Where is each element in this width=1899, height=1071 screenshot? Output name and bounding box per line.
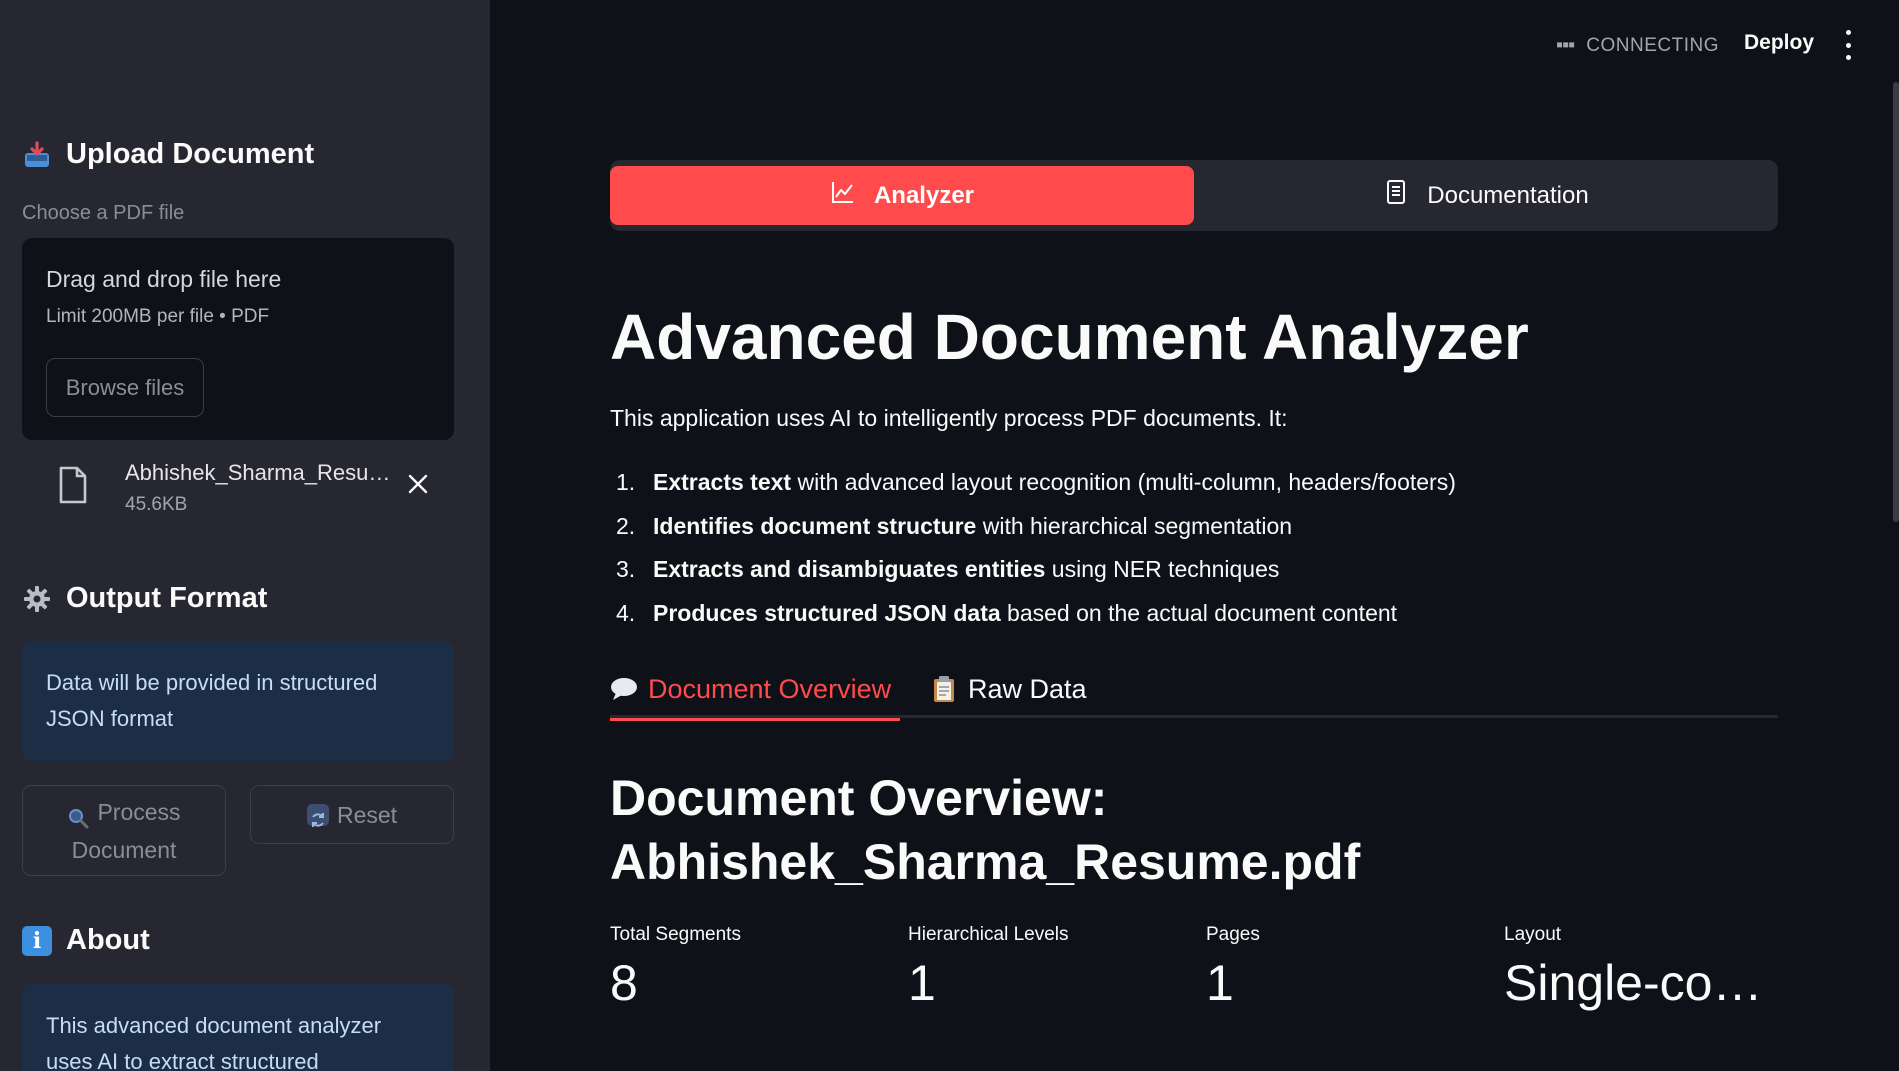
clipboard-icon (930, 675, 958, 703)
connection-status: ▪▪▪ CONNECTING (1556, 34, 1719, 57)
list-item: 1. Extracts text with advanced layout rec… (616, 469, 1456, 495)
gear-icon (22, 584, 52, 614)
tab-documentation[interactable]: Documentation (1194, 166, 1778, 225)
output-format-info: Data will be provided in structured JSON… (22, 641, 454, 761)
document-icon (58, 466, 88, 504)
kebab-menu-icon[interactable] (1840, 30, 1856, 60)
list-item: 3. Extracts and disambiguates entities us… (616, 556, 1280, 582)
upload-heading-label: Upload Document (66, 138, 315, 170)
tab-document-overview[interactable]: Document Overview (610, 660, 900, 721)
about-heading: i About (22, 924, 150, 957)
content-tabs: Document Overview Raw Data (610, 660, 1778, 721)
about-label: About (66, 924, 150, 956)
tab-document-overview-label: Document Overview (648, 673, 892, 704)
reset-label: Reset (336, 801, 398, 828)
metric-label: Hierarchical Levels (908, 924, 1069, 945)
tab-raw-data[interactable]: Raw Data (930, 660, 1087, 718)
metric-value: Single-co… (1504, 955, 1763, 1011)
tab-documentation-label: Documentation (1427, 181, 1589, 209)
browse-files-button[interactable]: Browse files (46, 358, 204, 417)
about-info: This advanced document analyzer uses AI … (22, 984, 454, 1071)
overview-title-filename: Abhishek_Sharma_Resume.pdf (610, 834, 1361, 890)
list-item: 2. Identifies document structure with hie… (616, 512, 1293, 539)
close-icon[interactable] (402, 468, 434, 500)
uploaded-file-name: Abhishek_Sharma_Resu… (125, 460, 391, 485)
metric-pages: Pages 1 (1206, 924, 1496, 1012)
process-document-button[interactable]: Process Document (22, 785, 226, 876)
uploaded-file-row: Abhishek_Sharma_Resu… 45.6KB (22, 458, 454, 526)
overview-title: Document Overview: Abhishek_Sharma_Resum… (610, 766, 1510, 894)
metric-hierarchical-levels: Hierarchical Levels 1 (908, 924, 1198, 1012)
intro-text: This application uses AI to intelligentl… (610, 405, 1288, 431)
upload-heading: Upload Document (22, 138, 314, 171)
info-icon: i (22, 925, 52, 956)
reset-button[interactable]: Reset (250, 785, 454, 844)
metric-value: 1 (1206, 955, 1234, 1011)
file-uploader-label: Choose a PDF file (22, 202, 185, 224)
speech-bubble-icon (610, 675, 638, 703)
metric-layout: Layout Single-co… (1504, 924, 1794, 1012)
magnifier-icon (67, 802, 89, 829)
list-item: 4. Produces structured JSON data based on… (616, 599, 1398, 626)
metric-label: Layout (1504, 924, 1562, 945)
inbox-tray-icon (22, 140, 52, 170)
output-format-label: Output Format (66, 582, 268, 614)
metric-label: Total Segments (610, 924, 741, 945)
docs-icon (1383, 179, 1409, 212)
page-title: Advanced Document Analyzer (610, 301, 1529, 373)
refresh-icon (306, 803, 329, 827)
tab-raw-data-label: Raw Data (968, 673, 1087, 704)
metric-label: Pages (1206, 924, 1260, 945)
metric-value: 8 (610, 955, 638, 1011)
metric-total-segments: Total Segments 8 (610, 924, 900, 1012)
tab-analyzer[interactable]: Analyzer (610, 166, 1194, 225)
metric-value: 1 (908, 955, 936, 1011)
deploy-button[interactable]: Deploy (1744, 31, 1814, 55)
output-format-heading: Output Format (22, 582, 267, 615)
feature-list: 1. Extracts text with advanced layout rec… (610, 463, 1456, 637)
file-dropzone[interactable]: Drag and drop file here Limit 200MB per … (22, 238, 454, 440)
dropzone-title: Drag and drop file here (46, 266, 282, 292)
uploaded-file-size: 45.6KB (125, 494, 188, 515)
main-tabs: Analyzer Documentation (610, 160, 1778, 231)
status-dots-icon: ▪▪▪ (1556, 34, 1575, 56)
chart-icon (830, 179, 856, 212)
dropzone-subtitle: Limit 200MB per file • PDF (46, 306, 270, 327)
overview-title-line1: Document Overview: (610, 770, 1108, 826)
tab-analyzer-label: Analyzer (873, 181, 975, 209)
connection-status-text: CONNECTING (1586, 34, 1720, 56)
sidebar: Upload Document Choose a PDF file Drag a… (0, 0, 490, 1071)
scrollbar[interactable] (1893, 82, 1899, 522)
